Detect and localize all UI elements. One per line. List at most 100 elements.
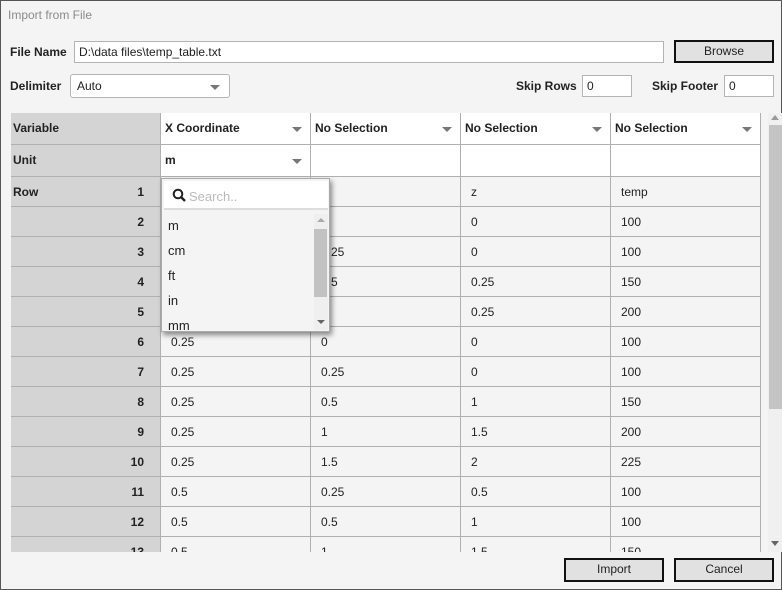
row-header: 11 — [11, 477, 161, 507]
table-cell[interactable]: 0.25 — [161, 357, 311, 387]
row-number: 6 — [137, 335, 144, 349]
table-cell[interactable]: 0.25 — [311, 477, 461, 507]
chevron-down-icon — [742, 127, 752, 132]
variable-select[interactable]: No Selection — [311, 113, 461, 145]
dropdown-scrollbar[interactable] — [314, 214, 328, 330]
table-cell[interactable]: 0 — [461, 207, 611, 237]
scroll-up-icon[interactable] — [771, 115, 779, 120]
table-cell[interactable]: 200 — [611, 417, 761, 447]
unit-select[interactable]: m — [161, 145, 311, 177]
unit-search-input[interactable]: Search.. — [164, 181, 328, 210]
table-cell[interactable] — [311, 207, 461, 237]
table-cell[interactable]: 2 — [461, 447, 611, 477]
table-cell[interactable]: 200 — [611, 297, 761, 327]
table-cell[interactable]: 0.25 — [311, 237, 461, 267]
table-cell[interactable]: 1 — [311, 417, 461, 447]
unit-select[interactable] — [461, 145, 611, 177]
table-cell[interactable]: 100 — [611, 507, 761, 537]
row-number: 7 — [137, 365, 144, 379]
scrollbar-thumb[interactable] — [769, 125, 782, 409]
table-cell[interactable]: 1.5 — [461, 537, 611, 552]
variable-select[interactable]: No Selection — [611, 113, 761, 145]
chevron-down-icon — [292, 127, 302, 132]
table-cell[interactable]: 0.25 — [311, 357, 461, 387]
row-number: 4 — [137, 275, 144, 289]
browse-button[interactable]: Browse — [674, 40, 774, 63]
variable-select[interactable]: X Coordinate — [161, 113, 311, 145]
table-cell[interactable] — [311, 297, 461, 327]
table-cell[interactable]: 150 — [611, 267, 761, 297]
delimiter-label: Delimiter — [10, 79, 62, 93]
table-cell[interactable]: 1 — [461, 507, 611, 537]
row-header: Row 1 — [11, 177, 161, 207]
table-cell[interactable]: 0 — [311, 327, 461, 357]
table-cell[interactable]: 1 — [461, 387, 611, 417]
skip-rows-input[interactable]: 0 — [582, 75, 632, 97]
row-number: 3 — [137, 245, 144, 259]
scroll-up-icon[interactable] — [317, 218, 325, 222]
table-cell[interactable]: 1.5 — [461, 417, 611, 447]
row-header: 2 — [11, 207, 161, 237]
search-icon — [172, 188, 186, 202]
table-cell[interactable]: 0.5 — [311, 387, 461, 417]
table-cell[interactable]: 100 — [611, 357, 761, 387]
table-cell[interactable]: temp — [611, 177, 761, 207]
table-cell[interactable]: 100 — [611, 327, 761, 357]
table-cell[interactable]: 0.5 — [311, 507, 461, 537]
unit-label: Unit — [11, 145, 161, 177]
table-cell[interactable]: 1 — [311, 537, 461, 552]
row-header: 8 — [11, 387, 161, 417]
row-header: 12 — [11, 507, 161, 537]
table-cell[interactable] — [311, 177, 461, 207]
file-name-input[interactable]: D:\data files\temp_table.txt — [74, 41, 664, 63]
scroll-down-icon[interactable] — [771, 541, 779, 546]
table-cell[interactable]: 0.25 — [461, 297, 611, 327]
table-cell[interactable]: 0.25 — [161, 387, 311, 417]
unit-select[interactable] — [611, 145, 761, 177]
variable-label: Variable — [11, 113, 161, 145]
delimiter-select[interactable]: Auto — [70, 74, 230, 98]
unit-option-ft[interactable]: ft — [168, 268, 175, 283]
unit-option-in[interactable]: in — [168, 293, 178, 308]
unit-option-mm[interactable]: mm — [168, 318, 190, 330]
row-header: 5 — [11, 297, 161, 327]
table-cell[interactable]: 150 — [611, 537, 761, 552]
row-number: 8 — [137, 395, 144, 409]
chevron-down-icon — [292, 159, 302, 164]
cancel-button[interactable]: Cancel — [674, 558, 774, 582]
table-cell[interactable]: z — [461, 177, 611, 207]
row-header: 13 — [11, 537, 161, 552]
table-cell[interactable]: 0.5 — [311, 267, 461, 297]
table-cell[interactable]: 100 — [611, 477, 761, 507]
table-cell[interactable]: 0.5 — [161, 507, 311, 537]
row-number: 10 — [130, 455, 144, 469]
scroll-down-icon[interactable] — [317, 320, 325, 324]
table-cell[interactable]: 0.5 — [161, 477, 311, 507]
table-cell[interactable]: 0.25 — [161, 417, 311, 447]
table-cell[interactable]: 0.25 — [461, 267, 611, 297]
skip-footer-input[interactable]: 0 — [724, 75, 774, 97]
unit-option-cm[interactable]: cm — [168, 243, 185, 258]
chevron-down-icon — [210, 85, 220, 90]
table-cell[interactable]: 0 — [461, 237, 611, 267]
table-cell[interactable]: 225 — [611, 447, 761, 477]
table-cell[interactable]: 0.25 — [161, 447, 311, 477]
skip-rows-label: Skip Rows — [516, 79, 577, 93]
table-cell[interactable]: 100 — [611, 207, 761, 237]
table-cell[interactable]: 1.5 — [311, 447, 461, 477]
variable-select[interactable]: No Selection — [461, 113, 611, 145]
table-cell[interactable]: 0 — [461, 327, 611, 357]
file-name-label: File Name — [10, 45, 67, 59]
table-cell[interactable]: 0.5 — [161, 537, 311, 552]
dropdown-scrollbar-thumb[interactable] — [314, 229, 327, 297]
table-cell[interactable]: 0 — [461, 357, 611, 387]
table-cell[interactable]: 0.5 — [461, 477, 611, 507]
unit-option-m[interactable]: m — [168, 218, 179, 233]
grid-scrollbar[interactable] — [768, 113, 782, 552]
table-cell[interactable]: 150 — [611, 387, 761, 417]
unit-select[interactable] — [311, 145, 461, 177]
import-button[interactable]: Import — [564, 558, 664, 582]
row-header: 6 — [11, 327, 161, 357]
table-cell[interactable]: 100 — [611, 237, 761, 267]
skip-footer-label: Skip Footer — [652, 79, 719, 93]
